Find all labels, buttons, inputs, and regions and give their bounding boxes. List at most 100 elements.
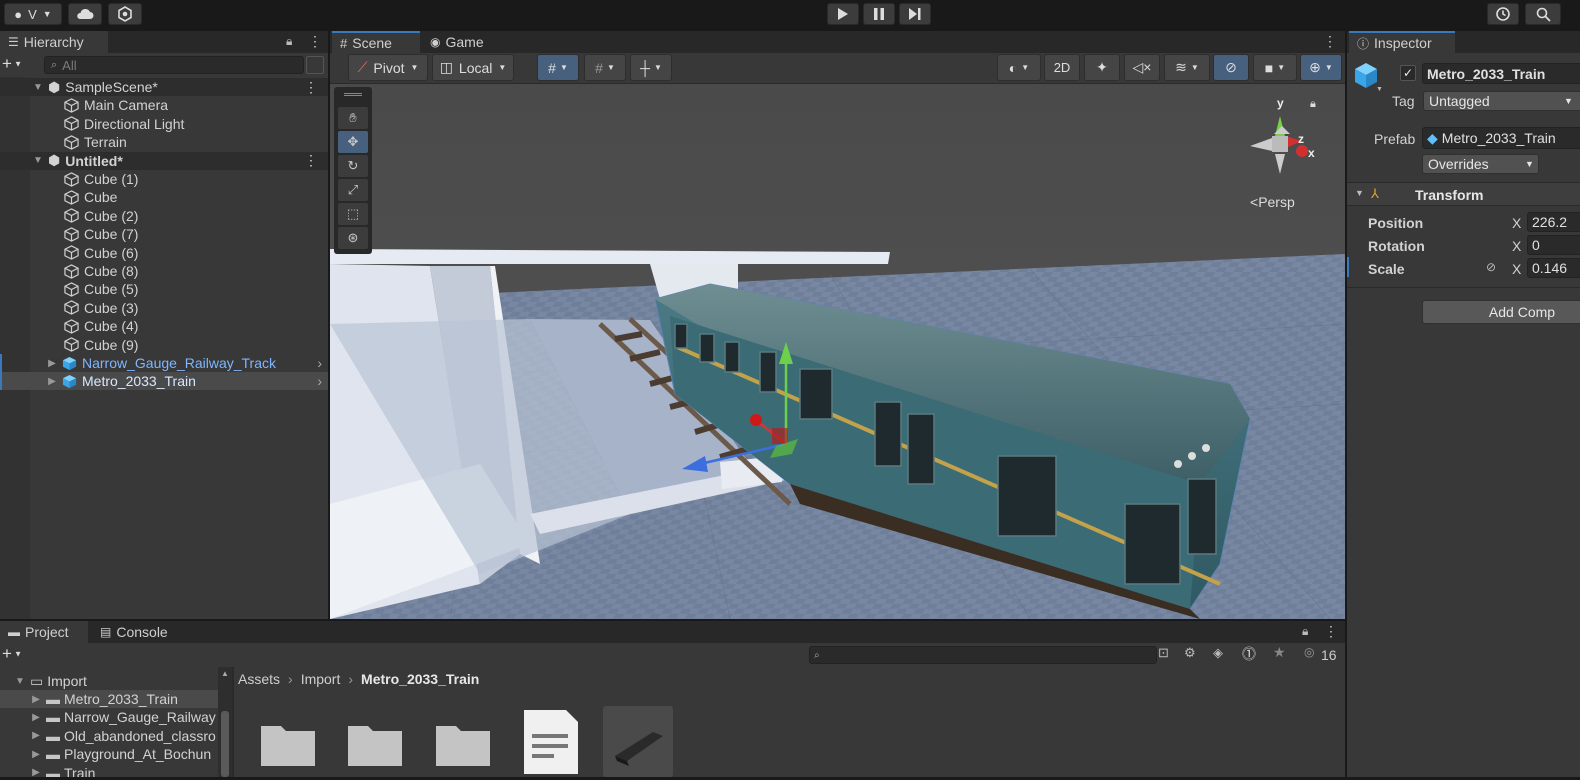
kebab-menu-icon[interactable]: ⋮ [1324, 623, 1338, 640]
tree-scrollbar[interactable]: ▲ [218, 667, 232, 777]
filter-type-icon[interactable]: ⚙ [1184, 645, 1196, 661]
cloud-button[interactable] [68, 3, 102, 25]
folder-icon[interactable] [434, 716, 492, 766]
drag-handle[interactable] [344, 93, 362, 96]
2d-toggle[interactable]: 2D [1044, 54, 1080, 81]
scene-viewport[interactable]: ✋︎ ✥ ↻ ⤢ ⬚ ⊛ y z x 🔒︎ <Persp [330, 84, 1345, 619]
label-tag-icon[interactable]: ◈ [1213, 645, 1223, 661]
transform-header[interactable]: ▼ ⅄ Transform [1347, 182, 1580, 206]
link-icon[interactable]: ⊘ [1486, 260, 1496, 274]
tab-scene[interactable]: # Scene [332, 31, 420, 53]
tree-item-import[interactable]: ▼ ▭ Import [14, 672, 87, 690]
gizmos-dropdown[interactable]: ⊕ ▼ [1300, 54, 1342, 81]
hierarchy-item[interactable]: Cube (2) [0, 207, 328, 225]
document-icon[interactable] [522, 708, 580, 774]
hand-tool-button[interactable]: ✋︎ [338, 107, 368, 129]
scroll-up-icon[interactable]: ▲ [221, 669, 229, 678]
train-model-thumbnail[interactable] [603, 706, 673, 777]
tree-item[interactable]: ▶ ▬ Old_abandoned_classro [0, 727, 218, 745]
search-button[interactable] [1525, 3, 1561, 25]
lock-icon[interactable]: 🔒︎ [1302, 624, 1308, 639]
tab-hierarchy[interactable]: ☰ Hierarchy [0, 31, 108, 53]
scale-tool-button[interactable]: ⤢ [338, 179, 368, 201]
prefab-field[interactable]: ◆ Metro_2033_Train [1422, 127, 1580, 149]
hierarchy-item[interactable]: Cube (9) [0, 336, 328, 354]
hierarchy-item[interactable]: Cube [0, 188, 328, 206]
grid-snapping-button[interactable]: # ▼ [537, 54, 579, 81]
collab-button[interactable] [108, 3, 142, 25]
project-search-input[interactable]: ⌕ [809, 646, 1157, 664]
tree-item[interactable]: ▶ ▬ Train [0, 764, 218, 777]
kebab-menu-icon[interactable]: ⋮ [304, 152, 318, 169]
kebab-menu-icon[interactable]: ⋮ [1323, 33, 1337, 50]
position-x-field[interactable]: 226.2 [1527, 212, 1580, 232]
lock-icon[interactable]: 🔒︎ [286, 34, 292, 49]
play-button[interactable] [827, 3, 859, 25]
scroll-thumb[interactable] [221, 711, 229, 777]
overrides-dropdown[interactable]: Overrides ▼ [1422, 154, 1539, 174]
kebab-menu-icon[interactable]: ⋮ [304, 79, 318, 96]
tree-item[interactable]: ▶ ▬ Narrow_Gauge_Railway [0, 708, 218, 726]
increment-snap-button[interactable]: # ▼ [584, 54, 626, 81]
account-dropdown[interactable]: ● V ▼ [4, 3, 62, 25]
prefab-item[interactable]: ▶ Metro_2033_Train › [0, 372, 328, 391]
breadcrumb-assets[interactable]: Assets [238, 671, 280, 687]
lighting-toggle[interactable]: ✦ [1084, 54, 1120, 81]
chevron-down-icon[interactable]: ▼ [1376, 86, 1383, 93]
hierarchy-item[interactable]: Cube (8) [0, 262, 328, 280]
search-options-icon[interactable]: ⊡ [1158, 645, 1169, 661]
tree-item[interactable]: ▶ ▬ Metro_2033_Train [0, 690, 218, 708]
warning-icon[interactable]: ⓵ [1242, 644, 1256, 664]
scene-row[interactable]: ▼ ⬢ Untitled* ⋮ [0, 151, 328, 170]
hierarchy-item[interactable]: Directional Light [0, 115, 328, 133]
hierarchy-item[interactable]: Cube (3) [0, 299, 328, 317]
local-dropdown[interactable]: ◫ Local ▼ [432, 54, 514, 81]
tab-inspector[interactable]: ⓘ Inspector [1349, 31, 1455, 53]
history-button[interactable] [1487, 3, 1519, 25]
tree-item[interactable]: ▶ ▬ Playground_At_Bochun [0, 745, 218, 763]
active-checkbox[interactable]: ✓ [1400, 65, 1416, 81]
chevron-right-icon[interactable]: › [317, 373, 322, 389]
eye-icon[interactable]: ◎ [1304, 645, 1314, 659]
hierarchy-item[interactable]: Cube (5) [0, 280, 328, 298]
add-component-button[interactable]: Add Comp [1422, 300, 1580, 324]
folder-icon[interactable] [346, 716, 404, 766]
hierarchy-item[interactable]: Cube (6) [0, 244, 328, 262]
tag-dropdown[interactable]: Untagged ▼ [1423, 91, 1580, 111]
shading-mode-dropdown[interactable]: ◐ ▼ [997, 54, 1041, 81]
hierarchy-search-input[interactable]: ⌕ All [44, 56, 304, 74]
pause-button[interactable] [863, 3, 895, 25]
prefab-item[interactable]: ▶ Narrow_Gauge_Railway_Track › [0, 354, 328, 372]
search-filter-button[interactable] [306, 56, 324, 74]
hidden-objects-toggle[interactable]: ⊘ [1213, 54, 1249, 81]
move-tool-button[interactable]: ✥ [338, 131, 368, 153]
camera-dropdown[interactable]: ■ ▼ [1253, 54, 1297, 81]
breadcrumb-import[interactable]: Import [301, 671, 341, 687]
lock-icon[interactable]: 🔒︎ [1310, 98, 1316, 111]
hierarchy-item[interactable]: Terrain [0, 133, 328, 151]
effects-dropdown[interactable]: ≋ ▼ [1164, 54, 1210, 81]
star-icon[interactable]: ★ [1273, 644, 1286, 661]
tab-console[interactable]: ▤ Console [92, 621, 182, 643]
scale-x-field[interactable]: 0.146 [1527, 258, 1580, 278]
pivot-dropdown[interactable]: ⟋ Pivot ▼ [348, 54, 428, 81]
hierarchy-item[interactable]: Main Camera [0, 96, 328, 114]
transform-tool-button[interactable]: ⊛ [338, 227, 368, 249]
kebab-menu-icon[interactable]: ⋮ [308, 33, 322, 50]
tab-project[interactable]: ▬ Project [0, 621, 88, 643]
rotate-tool-button[interactable]: ↻ [338, 155, 368, 177]
rotation-x-field[interactable]: 0 [1527, 235, 1580, 255]
hierarchy-item[interactable]: Cube (1) [0, 170, 328, 188]
chevron-right-icon[interactable]: › [317, 355, 322, 371]
create-asset-button[interactable]: + ▼ [2, 645, 34, 664]
breadcrumb-current[interactable]: Metro_2033_Train [361, 671, 479, 687]
add-object-button[interactable]: + ▼ [2, 55, 34, 74]
rect-tool-button[interactable]: ⬚ [338, 203, 368, 225]
persp-label[interactable]: <Persp [1250, 194, 1295, 210]
folder-icon[interactable] [259, 716, 317, 766]
scene-row[interactable]: ▼ ⬢ SampleScene* ⋮ [0, 78, 328, 96]
object-name-field[interactable]: Metro_2033_Train [1422, 63, 1580, 84]
step-button[interactable] [899, 3, 931, 25]
tab-game[interactable]: ◉ Game [422, 31, 502, 53]
hierarchy-item[interactable]: Cube (4) [0, 317, 328, 335]
